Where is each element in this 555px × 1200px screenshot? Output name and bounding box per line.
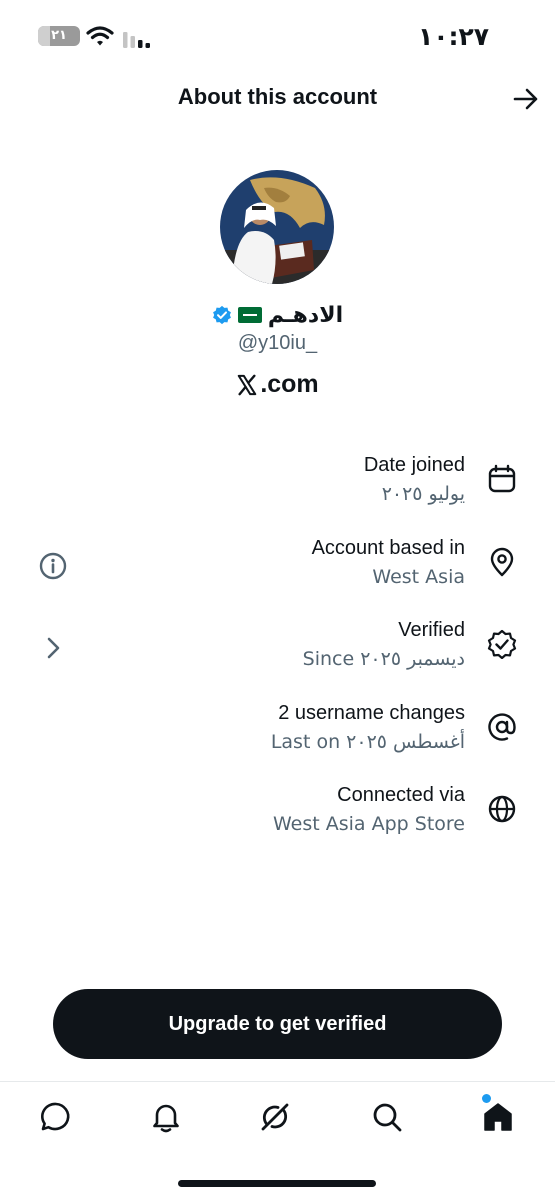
avatar-image xyxy=(220,170,334,284)
info-row-connected-via: Connected via West Asia App Store xyxy=(0,784,555,860)
x-logo-icon xyxy=(238,374,257,395)
home-icon xyxy=(484,1103,512,1131)
info-circle-icon[interactable] xyxy=(38,551,68,581)
clock: ١٠:٢٧ xyxy=(417,22,489,51)
tab-messages[interactable] xyxy=(39,1100,73,1134)
calendar-icon xyxy=(488,464,516,493)
battery-level: ٢١ xyxy=(51,28,67,43)
tab-home[interactable] xyxy=(481,1100,515,1134)
info-value: West Asia App Store xyxy=(273,813,465,835)
avatar[interactable] xyxy=(220,170,334,284)
name-row: الادهـم xyxy=(0,298,555,332)
tab-notifications[interactable] xyxy=(149,1100,183,1134)
site-text: .com xyxy=(260,370,319,398)
info-value: Last on أغسطس ٢٠٢٥ xyxy=(270,731,465,753)
info-row-verified[interactable]: Verified Since ديسمبر ٢٠٢٥ xyxy=(0,619,555,695)
page-title: About this account xyxy=(177,84,378,109)
notification-dot xyxy=(482,1094,491,1103)
info-row-username-changes: 2 username changes Last on أغسطس ٢٠٢٥ xyxy=(0,702,555,778)
info-label: 2 username changes xyxy=(278,702,465,724)
connected-site: .com xyxy=(0,370,555,399)
signal-icon xyxy=(123,32,150,48)
tab-search[interactable] xyxy=(370,1100,404,1134)
info-label: Verified xyxy=(398,619,465,641)
grok-icon xyxy=(261,1103,289,1131)
header: About this account xyxy=(0,70,555,130)
wifi-icon xyxy=(86,26,114,46)
tab-grok[interactable] xyxy=(258,1100,292,1134)
at-sign-icon xyxy=(488,713,516,741)
battery-fill xyxy=(38,26,50,46)
info-label: Connected via xyxy=(337,784,465,806)
display-name: الادهـم xyxy=(267,302,344,328)
info-label: Account based in xyxy=(311,537,465,559)
user-handle: @y10iu_ xyxy=(237,332,318,354)
info-row-account-location[interactable]: Account based in West Asia xyxy=(0,537,555,613)
info-value: يوليو ٢٠٢٥ xyxy=(381,483,465,505)
info-value: West Asia xyxy=(372,566,465,588)
home-indicator xyxy=(178,1180,376,1187)
back-arrow-icon[interactable] xyxy=(513,86,539,112)
chat-icon xyxy=(41,1102,70,1131)
globe-icon xyxy=(488,795,516,823)
status-bar: ٢١ ١٠:٢٧ xyxy=(0,0,555,70)
location-pin-icon xyxy=(490,547,514,577)
info-value: Since ديسمبر ٢٠٢٥ xyxy=(302,648,465,670)
saudi-flag-icon xyxy=(237,307,262,323)
verified-badge-icon xyxy=(487,629,517,659)
info-row-date-joined: Date joined يوليو ٢٠٢٥ xyxy=(0,454,555,530)
upgrade-button[interactable]: Upgrade to get verified xyxy=(53,989,502,1059)
bell-icon xyxy=(153,1104,179,1133)
search-icon xyxy=(373,1103,402,1132)
battery-indicator: ٢١ xyxy=(38,26,80,46)
info-label: Date joined xyxy=(363,454,465,476)
verified-badge-icon xyxy=(212,305,231,325)
chevron-right-icon[interactable] xyxy=(38,633,68,663)
